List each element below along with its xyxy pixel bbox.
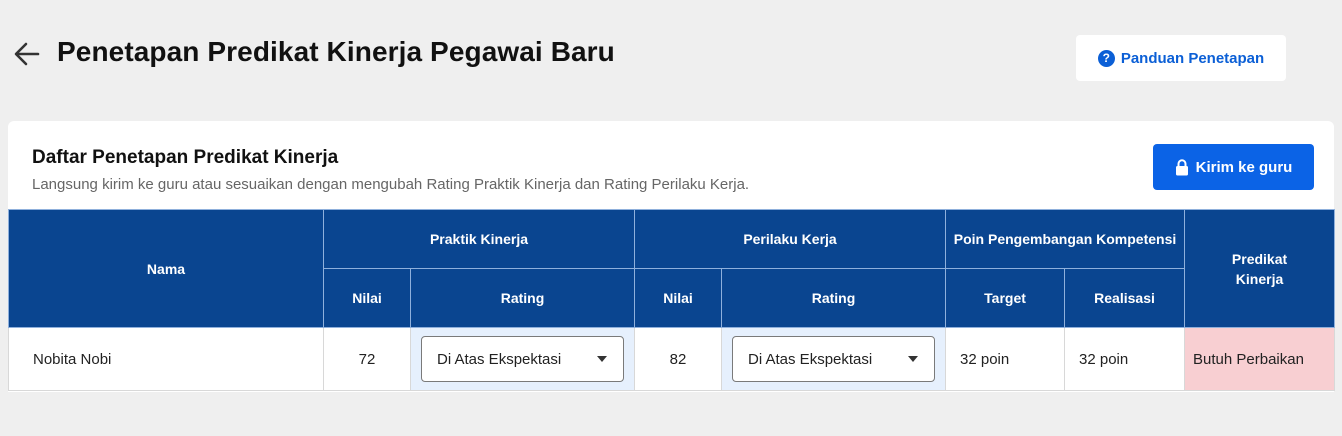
page-title: Penetapan Predikat Kinerja Pegawai Baru (57, 36, 615, 67)
perilaku-rating-select[interactable]: Di Atas Ekspektasi (732, 336, 936, 382)
cell-realisasi: 32 poin (1064, 327, 1186, 391)
back-arrow-icon[interactable] (13, 40, 41, 68)
help-icon: ? (1097, 49, 1115, 67)
card-subtitle: Langsung kirim ke guru atau sesuaikan de… (32, 176, 750, 193)
cell-target: 32 poin (945, 327, 1066, 391)
cell-perilaku-rating: Di Atas Ekspektasi (720, 327, 947, 391)
cell-perilaku-nilai: 82 (634, 327, 722, 391)
lock-icon (1175, 158, 1188, 175)
send-button-label: Kirim ke guru (1195, 158, 1293, 176)
perilaku-rating-value: Di Atas Ekspektasi (748, 350, 873, 368)
performance-table: Nama Praktik Kinerja Perilaku Kerja Poin… (8, 209, 1336, 391)
praktik-rating-select[interactable]: Di Atas Ekspektasi (421, 336, 624, 382)
col-header-praktik-nilai: Nilai (323, 268, 411, 328)
col-header-praktik-rating: Rating (410, 268, 635, 328)
col-header-realisasi: Realisasi (1064, 268, 1186, 328)
guide-button-label: Panduan Penetapan (1120, 49, 1265, 67)
group-header-poin: Poin Pengembangan Kompetensi (945, 209, 1186, 269)
col-header-nama: Nama (8, 209, 324, 328)
col-header-perilaku-rating: Rating (720, 268, 947, 328)
group-header-perilaku: Perilaku Kerja (633, 209, 947, 269)
cell-praktik-rating: Di Atas Ekspektasi (410, 327, 635, 391)
cell-predikat-badge: Butuh Perbaikan (1184, 327, 1336, 391)
table-row: Nobita Nobi 72 Di Atas Ekspektasi 82 Di … (8, 327, 1336, 391)
col-header-predikat: Predikat Kinerja (1184, 209, 1336, 328)
col-header-perilaku-nilai: Nilai (634, 268, 722, 328)
card-title: Daftar Penetapan Predikat Kinerja (32, 147, 339, 168)
chevron-down-icon (908, 356, 919, 362)
col-header-predikat-label: Predikat Kinerja (1231, 250, 1288, 287)
col-header-target: Target (945, 268, 1066, 328)
chevron-down-icon (597, 356, 607, 362)
send-to-teacher-button[interactable]: Kirim ke guru (1153, 144, 1314, 190)
cell-praktik-nilai: 72 (323, 327, 411, 391)
group-header-praktik: Praktik Kinerja (323, 209, 635, 269)
praktik-rating-value: Di Atas Ekspektasi (437, 350, 562, 368)
assignment-card: Daftar Penetapan Predikat Kinerja Langsu… (8, 121, 1336, 392)
guide-button[interactable]: ? Panduan Penetapan (1076, 35, 1286, 81)
cell-nama: Nobita Nobi (8, 327, 324, 391)
